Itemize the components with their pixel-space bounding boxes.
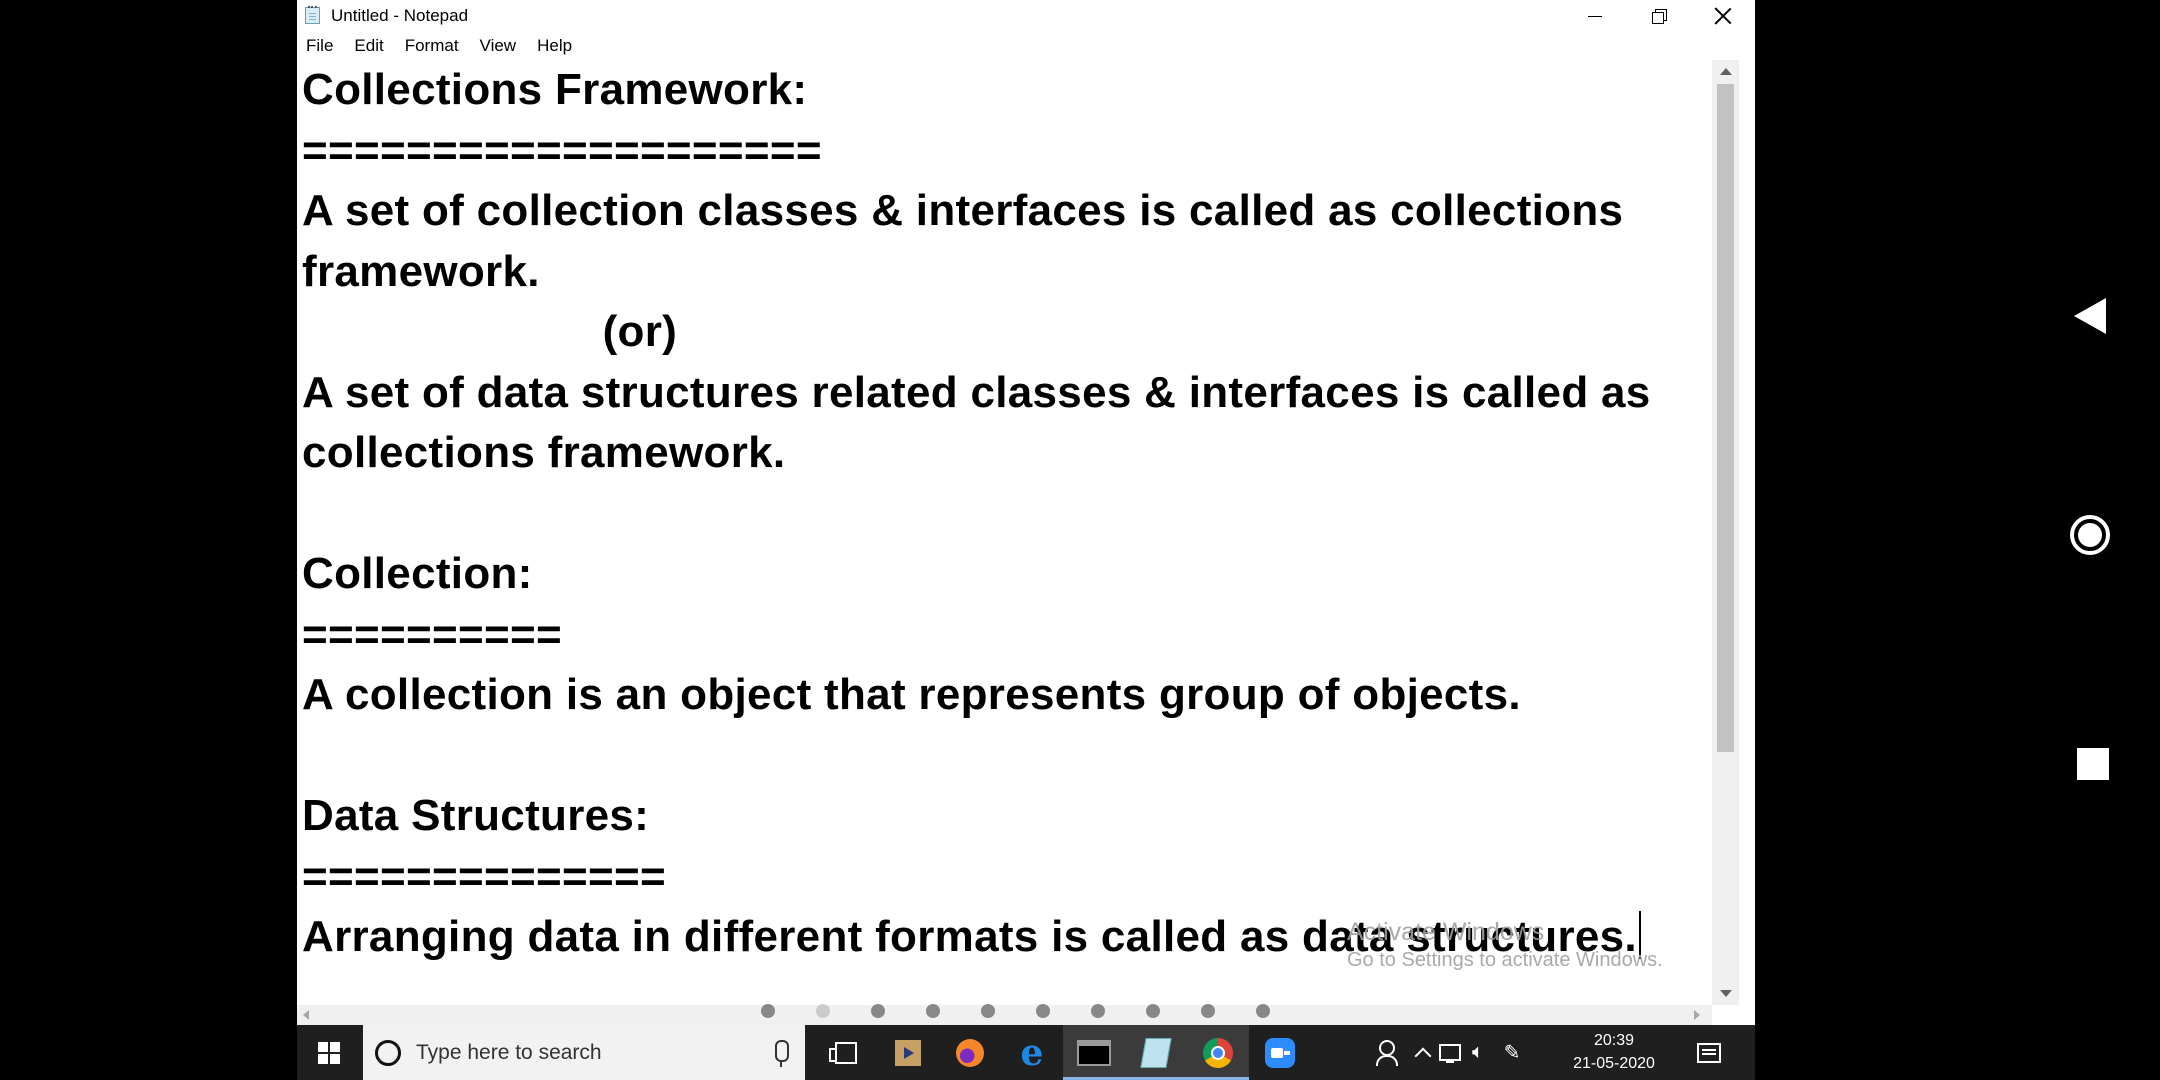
menu-file[interactable]: File: [306, 36, 333, 56]
page-dot[interactable]: [926, 1004, 940, 1018]
taskbar-clock[interactable]: 20:39 21-05-2020: [1559, 1029, 1669, 1075]
text-line: ====================: [302, 125, 822, 175]
media-player-icon: [895, 1039, 921, 1066]
taskbar-app-notepad[interactable]: [1125, 1025, 1187, 1080]
action-center-button[interactable]: [1689, 1025, 1729, 1080]
people-icon: [1376, 1039, 1398, 1066]
page-dot[interactable]: [1201, 1004, 1215, 1018]
menu-bar: File Edit Format View Help: [297, 32, 1755, 60]
text-line: ==========: [302, 609, 562, 659]
taskbar: Type here to search e 🔈︎ ✎ 20:39 21-05-2…: [297, 1025, 1755, 1080]
text-line: ==============: [302, 851, 666, 901]
text-line: Data Structures:: [302, 791, 650, 840]
title-bar[interactable]: Untitled - Notepad: [297, 0, 1755, 32]
text-line: [302, 484, 1712, 545]
windows-icon: [318, 1041, 340, 1064]
edge-icon: e: [1020, 1031, 1044, 1074]
page-dot[interactable]: [1036, 1004, 1050, 1018]
menu-view[interactable]: View: [480, 36, 517, 56]
android-navigation-bar: [2030, 0, 2160, 1080]
chevron-up-icon: [1414, 1047, 1432, 1064]
home-icon-inner: [2078, 523, 2102, 547]
page-dot[interactable]: [981, 1004, 995, 1018]
network-icon: [1439, 1044, 1461, 1063]
scroll-down-icon[interactable]: [1720, 990, 1732, 997]
close-button[interactable]: [1691, 0, 1755, 32]
notification-icon: [1697, 1042, 1721, 1063]
zoom-icon: [1265, 1037, 1295, 1068]
back-icon[interactable]: [2074, 298, 2106, 334]
restore-button[interactable]: [1627, 0, 1691, 32]
page-dot[interactable]: [871, 1004, 885, 1018]
watermark-subtitle: Go to Settings to activate Windows.: [1347, 949, 1663, 971]
start-button[interactable]: [297, 1025, 361, 1080]
taskbar-app-media-player[interactable]: [877, 1025, 939, 1080]
text-line: A collection is an object that represent…: [302, 670, 1521, 719]
window-title: Untitled - Notepad: [331, 6, 469, 25]
page-dot[interactable]: [1256, 1004, 1270, 1018]
page-dot[interactable]: [816, 1004, 830, 1018]
restore-icon: [1652, 9, 1667, 24]
notepad-window: Untitled - Notepad File Edit Format View…: [297, 0, 1755, 1025]
text-line: A set of data structures related classes…: [302, 367, 1651, 417]
activate-windows-watermark: Activate Windows Go to Settings to activ…: [1347, 918, 1663, 974]
taskbar-app-chrome[interactable]: [1187, 1025, 1249, 1080]
show-hidden-icons-button[interactable]: [1411, 1025, 1435, 1080]
text-line: framework.: [302, 246, 540, 296]
page-dot[interactable]: [1091, 1004, 1105, 1018]
clock-date: 21-05-2020: [1573, 1055, 1655, 1072]
taskbar-app-edge[interactable]: e: [1001, 1025, 1063, 1080]
minimize-button[interactable]: [1563, 0, 1627, 32]
volume-button[interactable]: 🔈︎: [1465, 1025, 1491, 1080]
task-view-icon: [829, 1041, 857, 1064]
recents-icon[interactable]: [2077, 748, 2109, 780]
network-button[interactable]: [1437, 1025, 1463, 1080]
search-placeholder: Type here to search: [416, 1041, 602, 1064]
pen-workspace-button[interactable]: ✎: [1497, 1025, 1527, 1080]
text-line: Collection:: [302, 549, 533, 598]
people-button[interactable]: [1369, 1025, 1405, 1080]
page-dot[interactable]: [1146, 1004, 1160, 1018]
task-view-button[interactable]: [815, 1025, 877, 1080]
text-line: A set of collection classes & interfaces…: [302, 186, 1624, 235]
text-line: Collections Framework:: [302, 65, 808, 114]
chrome-icon: [1203, 1037, 1233, 1068]
notepad-icon: [1140, 1037, 1172, 1068]
firefox-icon: [956, 1038, 984, 1067]
text-line: (or): [302, 307, 678, 356]
pen-icon: ✎: [1503, 1042, 1521, 1064]
notepad-app-icon: [305, 6, 320, 24]
vertical-scroll-thumb[interactable]: [1717, 84, 1734, 752]
command-prompt-icon: [1077, 1039, 1111, 1066]
text-line: [302, 726, 1712, 787]
menu-help[interactable]: Help: [537, 36, 572, 56]
taskbar-search[interactable]: Type here to search: [363, 1025, 805, 1080]
taskbar-app-command-prompt[interactable]: [1063, 1025, 1125, 1080]
volume-icon: 🔈︎: [1472, 1041, 1484, 1063]
taskbar-app-firefox[interactable]: [939, 1025, 1001, 1080]
taskbar-app-zoom[interactable]: [1249, 1025, 1311, 1080]
clock-time: 20:39: [1593, 1032, 1635, 1049]
text-editor[interactable]: Collections Framework: =================…: [297, 60, 1712, 1005]
microphone-icon[interactable]: [775, 1040, 789, 1067]
menu-edit[interactable]: Edit: [354, 36, 383, 56]
page-indicator: [0, 1004, 2160, 1018]
vertical-scrollbar[interactable]: [1712, 60, 1739, 1005]
home-icon[interactable]: [2070, 515, 2110, 555]
scroll-up-icon[interactable]: [1720, 68, 1732, 75]
page-dot[interactable]: [761, 1004, 775, 1018]
cortana-icon: [375, 1040, 401, 1066]
watermark-title: Activate Windows: [1347, 918, 1545, 946]
close-icon: [1714, 7, 1732, 25]
menu-format[interactable]: Format: [405, 36, 459, 56]
minimize-icon: [1588, 15, 1602, 17]
text-line: collections framework.: [302, 428, 786, 477]
